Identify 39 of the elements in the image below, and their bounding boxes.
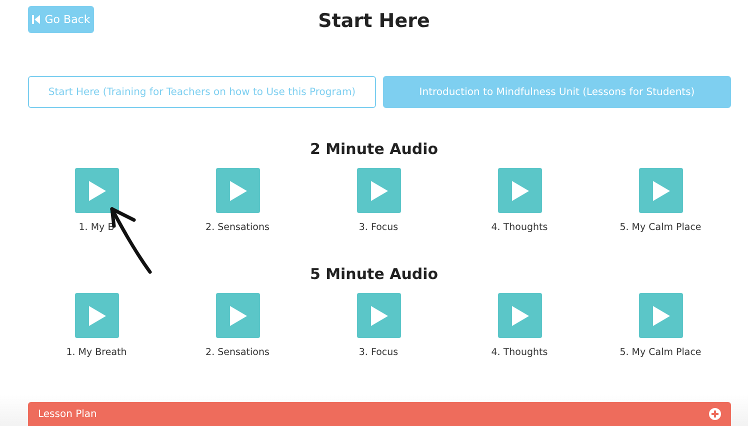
play-icon: [86, 304, 106, 326]
play-button[interactable]: [216, 168, 260, 213]
track-label: 3. Focus: [358, 222, 398, 233]
expand-icon: [709, 408, 721, 420]
play-button[interactable]: [638, 168, 682, 213]
play-icon: [86, 180, 106, 202]
tab[interactable]: Start Here (Training for Teachers on how to Use this Program): [28, 76, 376, 108]
play-button[interactable]: [74, 168, 118, 213]
play-button[interactable]: [498, 168, 542, 213]
play-button[interactable]: [356, 168, 400, 213]
play-icon: [368, 180, 388, 202]
tab[interactable]: Introduction to Mindfulness Unit (Lessons for Students): [383, 76, 731, 108]
track-label: 1. My Breath: [66, 347, 127, 358]
track-label: 3. Focus: [358, 347, 398, 358]
play-button[interactable]: [216, 293, 260, 338]
arrow-annotation: [110, 207, 152, 274]
play-icon: [228, 304, 248, 326]
go-back-button[interactable]: Go Back: [28, 6, 94, 33]
play-button[interactable]: [498, 293, 542, 338]
section-heading: 5 Minute Audio: [310, 264, 438, 285]
track-label: 5. My Calm Place: [620, 347, 702, 358]
page-title: Start Here: [318, 9, 430, 32]
skip-back-icon: [32, 15, 40, 24]
play-icon: [650, 304, 670, 326]
play-icon: [510, 304, 530, 326]
track-label: 2. Sensations: [206, 347, 270, 358]
play-button[interactable]: [356, 293, 400, 338]
play-button[interactable]: [74, 293, 118, 338]
play-icon: [650, 180, 670, 202]
track-label: 2. Sensations: [206, 222, 270, 233]
play-icon: [368, 304, 388, 326]
play-icon: [228, 180, 248, 202]
track-label: 4. Thoughts: [491, 347, 548, 358]
section-heading: 2 Minute Audio: [310, 139, 438, 160]
lesson-plan-bar[interactable]: Lesson Plan: [28, 402, 731, 426]
track-label: 5. My Calm Place: [620, 222, 702, 233]
track-label: 4. Thoughts: [491, 222, 548, 233]
play-icon: [510, 180, 530, 202]
play-button[interactable]: [638, 293, 682, 338]
